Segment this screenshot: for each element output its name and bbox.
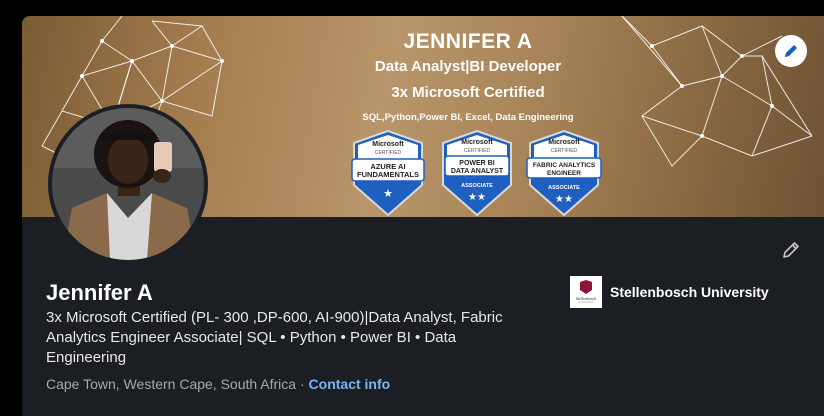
logo-text: Stellenbosch bbox=[576, 296, 596, 301]
separator-dot: · bbox=[296, 376, 309, 392]
edit-intro-button[interactable] bbox=[776, 235, 806, 265]
banner-name: JENNIFER A bbox=[403, 30, 533, 53]
badge-brand: Microsoft bbox=[461, 139, 493, 146]
badge-brand: Microsoft bbox=[372, 141, 404, 148]
profile-card: JENNIFER A Data Analyst|BI Developer 3x … bbox=[22, 16, 824, 416]
pencil-icon bbox=[785, 45, 797, 57]
badge-title-line2: FUNDAMENTALS bbox=[357, 170, 419, 179]
fabric-analytics-badge: Microsoft CERTIFIED FABRIC ANALYTICS ENG… bbox=[526, 129, 602, 217]
contact-info-link[interactable]: Contact info bbox=[309, 376, 391, 392]
badge-title-line1: POWER BI bbox=[459, 160, 494, 167]
profile-location-row: Cape Town, Western Cape, South Africa · … bbox=[46, 376, 390, 392]
badge-title-line2: ENGINEER bbox=[547, 170, 581, 177]
banner-skills: SQL,Python,Power BI, Excel, Data Enginee… bbox=[362, 112, 574, 123]
banner-role: Data Analyst|BI Developer bbox=[374, 58, 562, 75]
education-school-link[interactable]: Stellenbosch Stellenbosch University bbox=[570, 276, 769, 308]
pencil-icon bbox=[783, 242, 799, 258]
school-name: Stellenbosch University bbox=[610, 284, 769, 300]
badge-brand: Microsoft bbox=[548, 139, 580, 146]
university-logo: Stellenbosch bbox=[570, 276, 602, 308]
badge-sub: CERTIFIED bbox=[375, 150, 402, 156]
badge-level: ASSOCIATE bbox=[548, 185, 580, 191]
profile-headline: 3x Microsoft Certified (PL- 300 ,DP-600,… bbox=[46, 309, 503, 366]
badge-title-line2: DATA ANALYST bbox=[451, 168, 504, 175]
badge-title-line1: FABRIC ANALYTICS bbox=[533, 162, 596, 169]
banner-certified: 3x Microsoft Certified bbox=[391, 84, 545, 101]
badge-sub: CERTIFIED bbox=[551, 148, 578, 154]
crest-icon: Stellenbosch bbox=[576, 280, 596, 303]
profile-photo-avatar[interactable] bbox=[48, 104, 208, 264]
badge-sub: CERTIFIED bbox=[464, 148, 491, 154]
person-photo bbox=[52, 108, 204, 260]
edit-banner-button[interactable] bbox=[775, 35, 807, 67]
badge-level: ASSOCIATE bbox=[461, 183, 493, 189]
star-icon: ★★ bbox=[555, 194, 573, 205]
profile-name: Jennifer A bbox=[46, 280, 153, 305]
star-icon: ★★ bbox=[468, 192, 486, 203]
power-bi-badge: Microsoft CERTIFIED POWER BI DATA ANALYS… bbox=[439, 129, 515, 217]
location-text: Cape Town, Western Cape, South Africa bbox=[46, 376, 297, 392]
star-icon: ★ bbox=[383, 187, 393, 200]
azure-ai-badge: Microsoft CERTIFIED AZURE AI FUNDAMENTAL… bbox=[350, 129, 426, 217]
